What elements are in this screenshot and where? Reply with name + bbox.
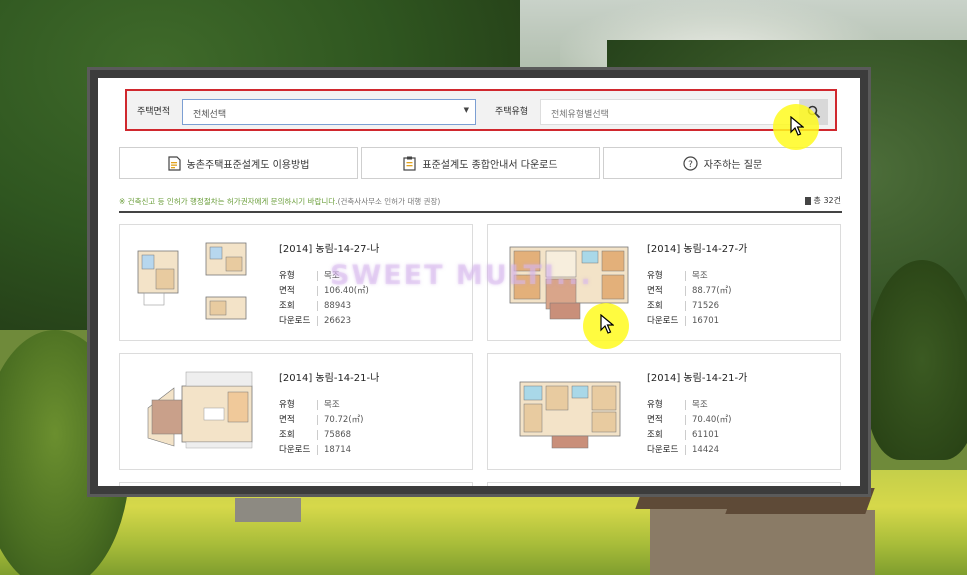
downloads-value: 16701 <box>685 316 719 326</box>
divider <box>119 211 842 213</box>
type-key: 유형 <box>279 400 295 410</box>
area-select-value: 전체선택 <box>193 110 227 120</box>
card-info: 유형 목조 면적 70.40(㎡) 조회 61101 다운로드 14424 <box>647 398 731 458</box>
area-select[interactable]: 전체선택 ▼ <box>182 99 476 125</box>
question-icon: ? <box>683 155 698 171</box>
card-title[interactable]: [2014] 농림-14-27-나 <box>279 240 379 255</box>
watermark: SWEET MULTI... <box>330 260 593 291</box>
downloads-value: 18714 <box>317 445 351 455</box>
card-info: 유형 목조 면적 70.72(㎡) 조회 75868 다운로드 18714 <box>279 398 363 458</box>
views-value: 61101 <box>685 430 719 440</box>
svg-text:?: ? <box>688 160 693 170</box>
document-icon <box>168 155 181 171</box>
design-card[interactable]: [2014] 농림-14-21-나 유형 목조 면적 70.72(㎡) 조회 7586… <box>119 353 473 470</box>
clipboard-icon <box>403 156 417 171</box>
faq-label: 자주하는 질문 <box>703 159 763 171</box>
permit-notice: ※ 건축신고 등 인허가 행정절차는 허가권자에게 문의하시기 바랍니다.(건축… <box>119 196 440 207</box>
screen-frame: 주택면적 전체선택 ▼ 주택유형 전체유형별선택 농촌주택표준설계도 이용방법 … <box>87 67 871 497</box>
notice-subtext: (건축사사무소 인허가 대행 권장) <box>337 197 441 206</box>
notice-text: ※ 건축신고 등 인허가 행정절차는 허가권자에게 문의하시기 바랍니다. <box>119 197 338 206</box>
views-value: 88943 <box>317 301 351 311</box>
design-card[interactable] <box>487 482 841 486</box>
downloads-key: 다운로드 <box>647 445 679 455</box>
dropdown-arrow-icon: ▼ <box>463 106 469 114</box>
type-select[interactable]: 전체유형별선택 <box>540 99 800 125</box>
total-count-text: 총 32건 <box>813 196 841 205</box>
area-value: 88.77(㎡) <box>685 286 731 296</box>
downloads-key: 다운로드 <box>279 445 311 455</box>
downloads-key: 다운로드 <box>647 316 679 326</box>
type-key: 유형 <box>647 400 663 410</box>
usage-guide-label: 농촌주택표준설계도 이용방법 <box>186 159 310 171</box>
book-icon <box>804 196 811 205</box>
downloads-key: 다운로드 <box>279 316 311 326</box>
mouse-cursor-icon <box>790 116 804 136</box>
type-key: 유형 <box>647 271 663 281</box>
faq-button[interactable]: ? 자주하는 질문 <box>603 147 842 179</box>
views-key: 조회 <box>647 301 663 311</box>
design-card[interactable] <box>119 482 473 486</box>
downloads-value: 14424 <box>685 445 719 455</box>
web-page: 주택면적 전체선택 ▼ 주택유형 전체유형별선택 농촌주택표준설계도 이용방법 … <box>98 78 860 486</box>
guide-download-button[interactable]: 표준설계도 종합안내서 다운로드 <box>361 147 600 179</box>
downloads-value: 26623 <box>317 316 351 326</box>
floor-plan-thumbnail <box>147 371 253 449</box>
area-label: 주택면적 <box>137 107 171 117</box>
mouse-cursor-icon <box>600 314 614 334</box>
total-count: 총 32건 <box>804 195 841 206</box>
type-key: 유형 <box>279 271 295 281</box>
usage-guide-button[interactable]: 농촌주택표준설계도 이용방법 <box>119 147 358 179</box>
area-key: 면적 <box>647 415 663 425</box>
area-key: 면적 <box>279 286 295 296</box>
floor-plan-thumbnail <box>519 381 621 449</box>
area-key: 면적 <box>279 415 295 425</box>
type-label: 주택유형 <box>495 107 529 117</box>
type-select-placeholder: 전체유형별선택 <box>551 110 609 120</box>
area-value: 70.40(㎡) <box>685 415 731 425</box>
card-title[interactable]: [2014] 농림-14-21-나 <box>279 369 379 384</box>
views-key: 조회 <box>279 430 295 440</box>
type-value: 목조 <box>317 400 340 410</box>
area-value: 70.72(㎡) <box>317 415 363 425</box>
guide-download-label: 표준설계도 종합안내서 다운로드 <box>422 159 558 171</box>
views-key: 조회 <box>647 430 663 440</box>
card-title[interactable]: [2014] 농림-14-21-가 <box>647 369 747 384</box>
views-value: 71526 <box>685 301 719 311</box>
card-info: 유형 목조 면적 88.77(㎡) 조회 71526 다운로드 16701 <box>647 269 731 329</box>
views-value: 75868 <box>317 430 351 440</box>
design-card[interactable]: [2014] 농림-14-21-가 유형 목조 면적 70.40(㎡) 조회 6110… <box>487 353 841 470</box>
type-value: 목조 <box>685 400 708 410</box>
search-panel: 주택면적 전체선택 ▼ 주택유형 전체유형별선택 <box>125 89 837 131</box>
card-title[interactable]: [2014] 농림-14-27-가 <box>647 240 747 255</box>
views-key: 조회 <box>279 301 295 311</box>
area-key: 면적 <box>647 286 663 296</box>
type-value: 목조 <box>685 271 708 281</box>
floor-plan-thumbnail <box>137 242 247 320</box>
